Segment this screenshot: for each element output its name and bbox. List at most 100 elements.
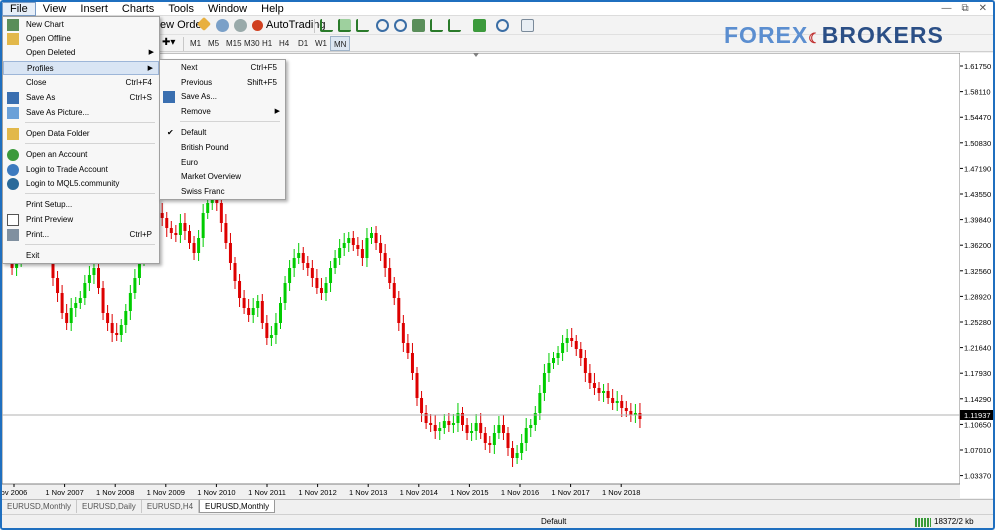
candle-bear xyxy=(447,421,451,425)
menu-help[interactable]: Help xyxy=(254,2,291,16)
minimize-icon[interactable]: — xyxy=(941,3,951,14)
candle-bull xyxy=(297,253,301,258)
candle-bull xyxy=(256,301,260,308)
candle-bull xyxy=(197,238,201,253)
status-profile: Default xyxy=(541,517,567,526)
menu-charts[interactable]: Charts xyxy=(115,2,161,16)
line-chart-icon[interactable] xyxy=(356,19,369,32)
candle-bear xyxy=(624,408,628,411)
timeframe-m5[interactable]: M5 xyxy=(205,36,222,51)
menu-item-print-setup[interactable]: Print Setup... xyxy=(3,198,159,212)
current-price-label: 1.11937 xyxy=(964,411,991,420)
price-axis-label: 1.14290 xyxy=(964,395,991,404)
menu-insert[interactable]: Insert xyxy=(73,2,115,16)
menu-item-print[interactable]: Print... Ctrl+P xyxy=(3,228,159,242)
candle-bull xyxy=(470,431,474,433)
menu-item-open-deleted[interactable]: Open Deleted ▶ xyxy=(3,46,159,60)
candle-bull xyxy=(515,453,519,458)
candle-bear xyxy=(588,373,592,383)
profile-remove[interactable]: Remove ▶ xyxy=(160,105,285,119)
candle-bear xyxy=(233,263,237,281)
timeframe-d1[interactable]: D1 xyxy=(295,36,311,51)
chart-shift-icon[interactable] xyxy=(430,19,443,32)
price-axis-label: 1.25280 xyxy=(964,318,991,327)
menu-window[interactable]: Window xyxy=(201,2,254,16)
candle-bear xyxy=(224,223,228,243)
candle-bear xyxy=(351,238,355,245)
candle-bear xyxy=(97,268,100,288)
candle-bear xyxy=(56,278,60,293)
profile-swiss-franc[interactable]: Swiss Franc xyxy=(160,185,285,199)
menu-item-new-chart[interactable]: New Chart xyxy=(3,18,159,32)
menu-item-print-preview[interactable]: Print Preview xyxy=(3,213,159,227)
bar-chart-icon[interactable] xyxy=(320,19,333,32)
menu-item-exit[interactable]: Exit xyxy=(3,249,159,263)
tab-eurusd-h4[interactable]: EURUSD,H4 xyxy=(142,500,200,513)
line-tools-icon[interactable]: ✚▾ xyxy=(162,37,175,48)
tab-eurusd-daily[interactable]: EURUSD,Daily xyxy=(77,500,142,513)
timeframe-m1[interactable]: M1 xyxy=(187,36,204,51)
menu-item-open-account[interactable]: Open an Account xyxy=(3,148,159,162)
candle-bull xyxy=(69,308,73,323)
candle-bull xyxy=(269,335,273,338)
timeframe-h4[interactable]: H4 xyxy=(276,36,292,51)
menu-view[interactable]: View xyxy=(36,2,74,16)
menu-item-close[interactable]: Close Ctrl+F4 xyxy=(3,76,159,90)
candle-bear xyxy=(638,413,642,419)
zoom-in-icon[interactable] xyxy=(376,19,389,32)
timeframe-mn[interactable]: MN xyxy=(330,36,351,51)
market-icon[interactable] xyxy=(234,19,247,32)
templates-icon[interactable] xyxy=(521,19,534,32)
price-axis-label: 1.10650 xyxy=(964,420,991,429)
zoom-out-icon[interactable] xyxy=(394,19,407,32)
candle-bear xyxy=(606,391,610,398)
candle-bear xyxy=(374,233,378,243)
time-axis-label: 1 Nov 2014 xyxy=(400,488,438,497)
candle-bear xyxy=(574,341,578,349)
candle-bull xyxy=(74,303,78,308)
candle-bear xyxy=(247,308,251,315)
candle-bear xyxy=(228,243,232,263)
candle-bear xyxy=(479,423,483,433)
menu-item-login-trade[interactable]: Login to Trade Account xyxy=(3,163,159,177)
indicators-icon[interactable] xyxy=(473,19,486,32)
time-axis-label: 1 Nov 2013 xyxy=(349,488,387,497)
profile-previous[interactable]: Previous Shift+F5 xyxy=(160,76,285,90)
price-axis-label: 1.17930 xyxy=(964,369,991,378)
printer-icon xyxy=(7,229,19,241)
menu-item-login-mql5[interactable]: Login to MQL5.community xyxy=(3,177,159,191)
menu-tools[interactable]: Tools xyxy=(161,2,201,16)
close-icon[interactable]: ✕ xyxy=(979,3,987,14)
menu-item-open-offline[interactable]: Open Offline xyxy=(3,32,159,46)
candle-bull xyxy=(524,428,528,443)
tab-eurusd-monthly-1[interactable]: EURUSD,Monthly xyxy=(2,500,78,513)
menu-item-save-as[interactable]: Save As Ctrl+S xyxy=(3,91,159,105)
profile-default[interactable]: ✔ Default xyxy=(160,126,285,140)
candle-bull xyxy=(442,421,446,428)
menu-file[interactable]: File xyxy=(2,2,36,16)
candle-bear xyxy=(506,433,510,448)
profile-market-overview[interactable]: Market Overview xyxy=(160,170,285,184)
menu-item-save-as-picture[interactable]: Save As Picture... xyxy=(3,106,159,120)
tab-eurusd-monthly-active[interactable]: EURUSD,Monthly xyxy=(199,500,276,513)
profile-save-as[interactable]: Save As... xyxy=(160,90,285,104)
timeframe-w1[interactable]: W1 xyxy=(312,36,330,51)
profile-euro[interactable]: Euro xyxy=(160,156,285,170)
candle-bear xyxy=(488,443,492,445)
candle-bull xyxy=(552,358,555,363)
candlestick-icon[interactable] xyxy=(338,19,351,32)
timeframe-h1[interactable]: H1 xyxy=(259,36,275,51)
autoscroll-icon[interactable] xyxy=(448,19,461,32)
menu-item-profiles[interactable]: Profiles ▶ xyxy=(3,61,159,75)
profile-next[interactable]: Next Ctrl+F5 xyxy=(160,61,285,75)
login-icon xyxy=(7,164,19,176)
menu-item-open-data-folder[interactable]: Open Data Folder xyxy=(3,127,159,141)
candle-bear xyxy=(188,231,191,243)
periods-icon[interactable] xyxy=(496,19,509,32)
navigator-icon[interactable] xyxy=(216,19,229,32)
tile-windows-icon[interactable] xyxy=(412,19,425,32)
price-axis-label: 1.54470 xyxy=(964,113,991,122)
profile-british-pound[interactable]: British Pound xyxy=(160,141,285,155)
mql5-icon xyxy=(7,178,19,190)
restore-icon[interactable]: ⧉ xyxy=(961,3,968,14)
